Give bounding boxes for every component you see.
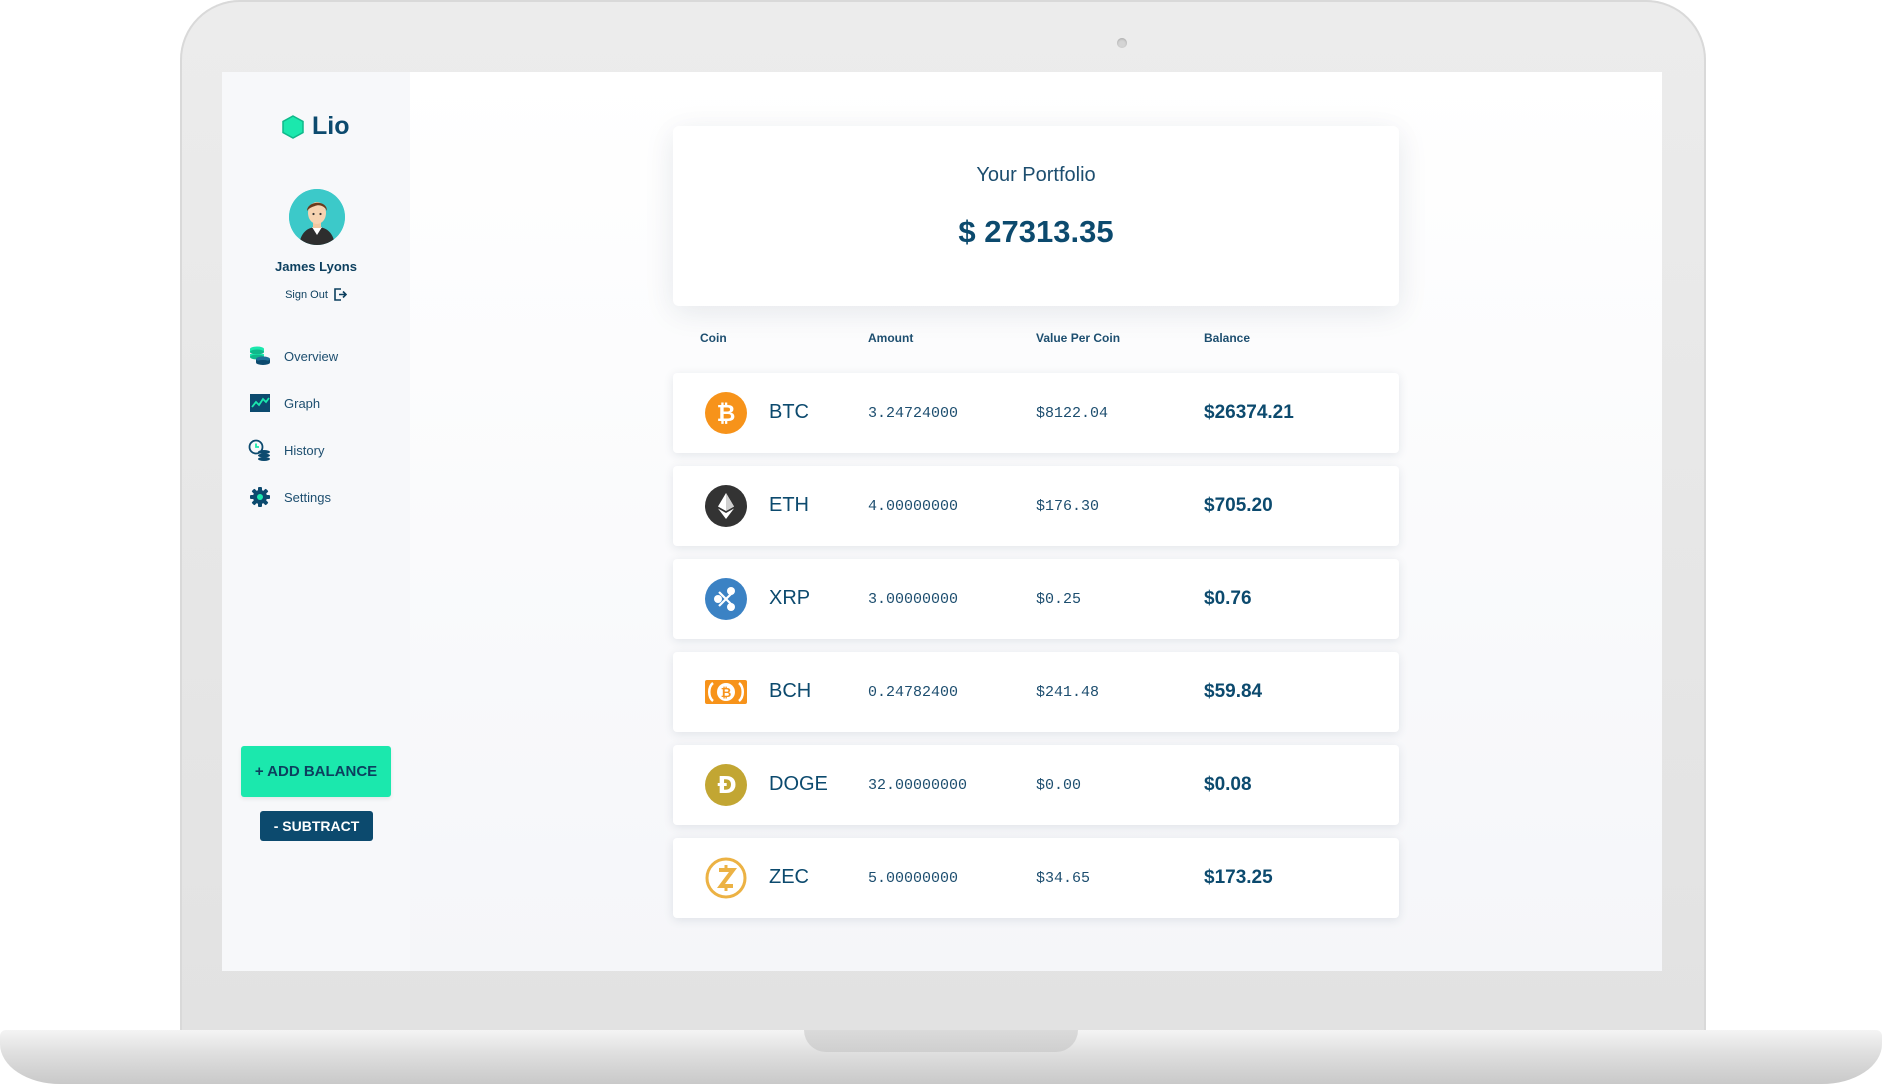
coin-symbol: ETH [769,494,809,516]
column-header-balance: Balance [1204,331,1251,345]
svg-text:₿: ₿ [717,401,736,427]
bitcoin-cash-icon: ₿ [705,680,747,704]
sidebar-nav: Overview Graph History Settings [248,344,338,532]
hexagon-logo-icon [282,114,304,139]
sidebar-item-history[interactable]: History [248,438,338,462]
coin-history-icon [248,438,272,462]
coin-balance: $26374.21 [1204,402,1294,423]
table-row[interactable]: XRP 3.00000000 $0.25 $0.76 [673,559,1399,639]
sidebar: Lio James Lyons Sign Out Overview Graph … [222,72,410,971]
sidebar-item-label: Settings [284,489,331,505]
coin-balance: $59.84 [1204,681,1263,702]
sidebar-item-label: History [284,442,325,458]
coin-symbol: DOGE [769,773,828,795]
coin-table: ₿ BTC 3.24724000 $8122.04 $26374.21 ETH … [673,373,1399,931]
coin-balance: $705.20 [1204,495,1273,516]
user-avatar-icon [289,189,345,245]
sign-out-icon [334,288,347,301]
coin-balance: $0.08 [1204,774,1252,795]
app-screen: Lio James Lyons Sign Out Overview Graph … [222,72,1662,971]
table-row[interactable]: ETH 4.00000000 $176.30 $705.20 [673,466,1399,546]
coin-value-per-coin: $176.30 [1036,498,1100,515]
svg-text:₿: ₿ [721,686,732,701]
bitcoin-icon: ₿ [705,392,747,434]
svg-text:Đ: Đ [717,773,736,799]
table-row[interactable]: Đ DOGE 32.00000000 $0.00 $0.08 [673,745,1399,825]
sidebar-item-settings[interactable]: Settings [248,485,338,509]
coin-amount: 0.24782400 [868,684,959,701]
coin-value-per-coin: $8122.04 [1036,405,1109,422]
coin-value-per-coin: $0.25 [1036,591,1082,608]
table-row[interactable]: ZEC 5.00000000 $34.65 $173.25 [673,838,1399,918]
coin-value-per-coin: $241.48 [1036,684,1100,701]
app-name: Lio [312,112,350,140]
ethereum-icon [705,485,747,527]
table-row[interactable]: ₿ BTC 3.24724000 $8122.04 $26374.21 [673,373,1399,453]
ripple-icon [705,578,747,620]
coin-amount: 5.00000000 [868,870,959,887]
coin-symbol: ZEC [769,866,809,888]
line-graph-icon [248,391,272,415]
subtract-button[interactable]: - SUBTRACT [260,811,373,841]
avatar[interactable] [289,189,345,245]
portfolio-card: Your Portfolio $ 27313.35 [673,126,1399,306]
coin-value-per-coin: $0.00 [1036,777,1082,794]
coins-stack-icon [248,344,272,368]
coin-symbol: BCH [769,680,812,702]
column-header-value-per-coin: Value Per Coin [1036,331,1121,345]
zcash-icon [705,857,747,899]
sidebar-item-label: Overview [284,348,339,364]
table-header: Coin Amount Value Per Coin Balance [673,331,1399,351]
table-row[interactable]: ₿ BCH 0.24782400 $241.48 $59.84 [673,652,1399,732]
coin-amount: 3.00000000 [868,591,959,608]
main-content: Your Portfolio $ 27313.35 Coin Amount Va… [410,72,1662,971]
sign-out-link[interactable]: Sign Out [222,288,410,301]
coin-value-per-coin: $34.65 [1036,870,1091,887]
coin-balance: $0.76 [1204,588,1252,609]
coin-amount: 32.00000000 [868,777,968,794]
gear-icon [248,485,272,509]
sidebar-item-label: Graph [284,395,321,411]
camera-icon [1117,38,1127,48]
sidebar-item-graph[interactable]: Graph [248,391,338,415]
coin-symbol: BTC [769,401,809,423]
column-header-coin: Coin [700,331,727,345]
user-name: James Lyons [275,259,357,274]
sign-out-label: Sign Out [285,288,328,301]
laptop-notch [804,1030,1078,1052]
column-header-amount: Amount [868,331,914,345]
dogecoin-icon: Đ [705,764,747,806]
coin-amount: 3.24724000 [868,405,959,422]
coin-symbol: XRP [769,587,811,609]
sidebar-item-overview[interactable]: Overview [248,344,338,368]
coin-amount: 4.00000000 [868,498,959,515]
app-logo[interactable]: Lio [282,112,350,141]
portfolio-title: Your Portfolio [976,164,1096,186]
coin-balance: $173.25 [1204,867,1273,888]
portfolio-total-value: $ 27313.35 [958,214,1114,249]
add-balance-button[interactable]: + ADD BALANCE [241,746,391,797]
